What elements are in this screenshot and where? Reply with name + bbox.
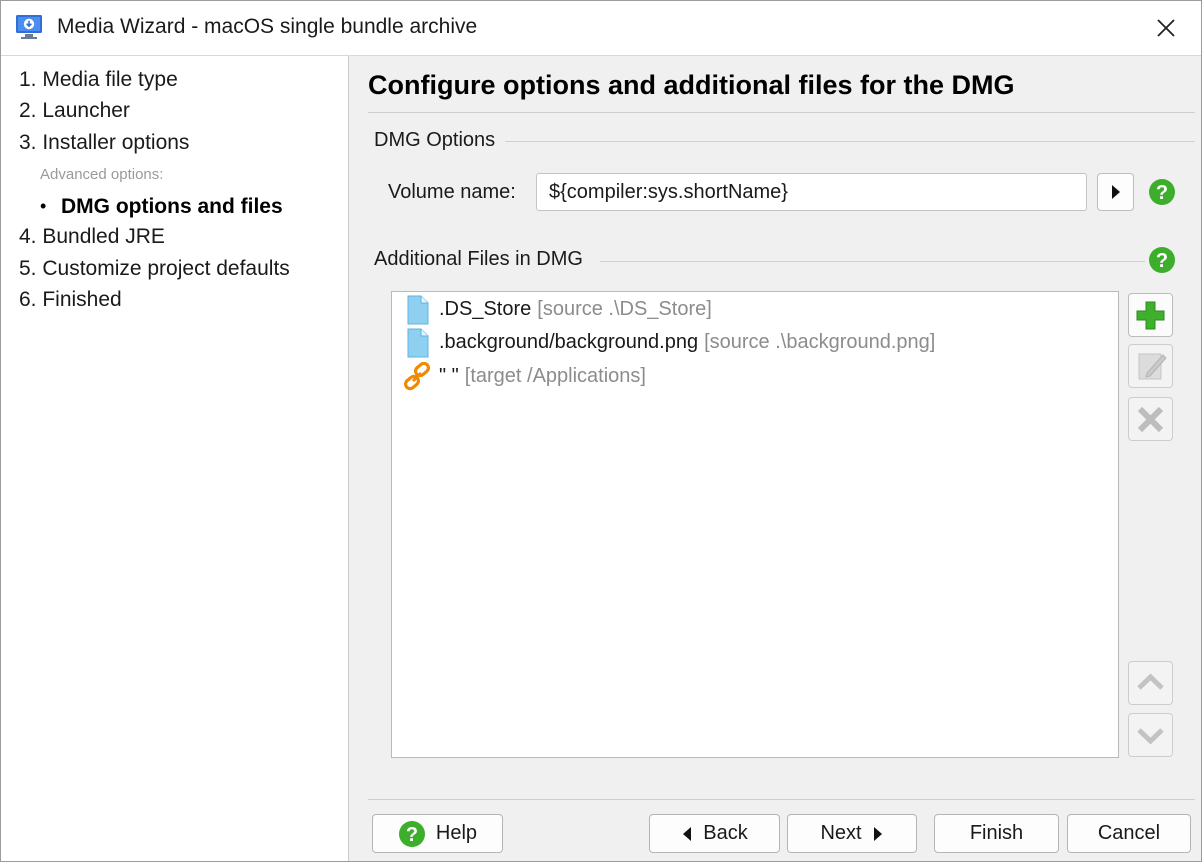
volume-name-input[interactable] (536, 173, 1087, 211)
move-up-button[interactable] (1128, 661, 1173, 705)
add-file-button[interactable] (1128, 293, 1173, 337)
next-button-label: Next (820, 822, 862, 844)
triangle-right-icon (873, 826, 882, 841)
chevron-down-icon (1137, 728, 1164, 745)
main-panel: Configure options and additional files f… (350, 55, 1201, 861)
list-item-name: " " (439, 365, 459, 387)
list-item-target: [target /Applications] (464, 365, 646, 387)
triangle-right-icon (1112, 185, 1120, 199)
advanced-options-caption: Advanced options: (40, 166, 164, 183)
finish-button[interactable]: Finish (934, 814, 1059, 853)
svg-text:?: ? (1156, 182, 1168, 204)
cancel-button-label: Cancel (1097, 822, 1161, 844)
step-bundled-jre[interactable]: 4. Bundled JRE (19, 225, 165, 249)
volume-name-label: Volume name: (388, 181, 516, 203)
move-down-button[interactable] (1128, 713, 1173, 757)
step-media-file-type[interactable]: 1. Media file type (19, 68, 178, 92)
svg-text:?: ? (1156, 250, 1168, 272)
edit-file-button[interactable] (1128, 344, 1173, 388)
help-button[interactable]: ? Help (372, 814, 503, 853)
list-item-source: [source .\DS_Store] (537, 298, 712, 320)
dmg-options-section-title: DMG Options (374, 129, 506, 152)
page-title: Configure options and additional files f… (368, 70, 1015, 100)
window-title: Media Wizard - macOS single bundle archi… (57, 15, 478, 38)
list-item-name: .background/background.png (439, 331, 699, 353)
file-icon (406, 295, 430, 331)
media-wizard-icon (15, 14, 43, 40)
insert-variable-button[interactable] (1097, 173, 1134, 211)
step-launcher[interactable]: 2. Launcher (19, 99, 130, 123)
title-bar: Media Wizard - macOS single bundle archi… (1, 1, 1201, 55)
list-item-name: .DS_Store (439, 298, 532, 320)
help-icon[interactable]: ? (1148, 246, 1176, 274)
plus-icon (1136, 301, 1165, 330)
finish-button-label: Finish (969, 822, 1024, 844)
file-icon (406, 328, 430, 364)
help-icon: ? (398, 820, 425, 847)
media-wizard-window: Media Wizard - macOS single bundle archi… (0, 0, 1202, 862)
step-dmg-options-and-files[interactable]: DMG options and files (61, 195, 283, 219)
delete-icon (1137, 406, 1164, 433)
dmg-options-divider (500, 141, 1195, 142)
close-icon[interactable] (1151, 13, 1181, 43)
current-step-bullet: • (40, 196, 47, 216)
remove-file-button[interactable] (1128, 397, 1173, 441)
additional-files-section-title: Additional Files in DMG (374, 248, 593, 271)
help-button-label: Help (435, 822, 478, 844)
link-icon (402, 361, 432, 398)
edit-icon (1138, 353, 1167, 380)
svg-text:?: ? (406, 824, 418, 846)
step-finished[interactable]: 6. Finished (19, 288, 122, 312)
additional-files-divider (600, 261, 1145, 262)
wizard-steps-sidebar: 1. Media file type 2. Launcher 3. Instal… (1, 55, 349, 861)
chevron-up-icon (1137, 673, 1164, 690)
back-button-label: Back (703, 822, 748, 844)
next-button[interactable]: Next (787, 814, 917, 853)
footer-divider (368, 799, 1195, 800)
additional-files-list[interactable]: .DS_Store [source .\DS_Store] .background… (391, 291, 1119, 758)
step-customize-project-defaults[interactable]: 5. Customize project defaults (19, 257, 290, 281)
cancel-button[interactable]: Cancel (1067, 814, 1191, 853)
step-installer-options[interactable]: 3. Installer options (19, 131, 189, 155)
heading-divider (368, 112, 1195, 113)
list-item-source: [source .\background.png] (704, 331, 936, 353)
help-icon[interactable]: ? (1148, 178, 1176, 206)
triangle-left-icon (683, 826, 692, 841)
back-button[interactable]: Back (649, 814, 780, 853)
